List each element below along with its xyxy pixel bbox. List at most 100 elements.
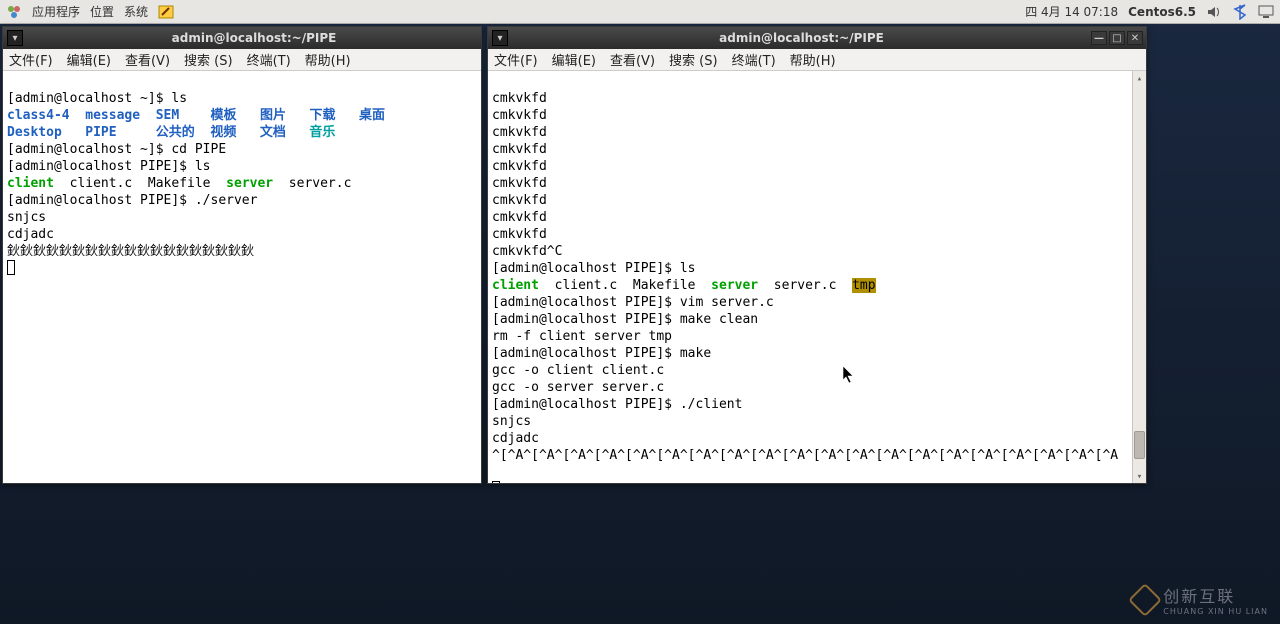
line: cmkvkfd^C — [492, 244, 562, 259]
menu-edit[interactable]: 编辑(E) — [552, 50, 596, 69]
line: [admin@localhost PIPE]$ make clean — [492, 312, 758, 327]
line: cmkvkfd — [492, 108, 547, 123]
watermark-subtext: CHUANG XIN HU LIAN — [1163, 607, 1268, 616]
menubar: 文件(F) 编辑(E) 查看(V) 搜索 (S) 终端(T) 帮助(H) — [488, 49, 1146, 71]
display-icon[interactable] — [1258, 4, 1274, 20]
menu-system[interactable]: 系统 — [124, 3, 148, 20]
volume-icon[interactable] — [1206, 4, 1222, 20]
dir: PIPE — [85, 125, 116, 140]
panel-left: 应用程序 位置 系统 — [6, 3, 174, 20]
menu-search[interactable]: 搜索 (S) — [184, 50, 233, 69]
maximize-button[interactable]: □ — [1109, 31, 1125, 45]
cursor — [7, 260, 15, 275]
line: [admin@localhost PIPE]$ ./client — [492, 397, 742, 412]
terminal-window-server: ▾ admin@localhost:~/PIPE 文件(F) 编辑(E) 查看(… — [2, 26, 482, 484]
watermark: 创新互联 CHUANG XIN HU LIAN — [1133, 583, 1268, 616]
line: gcc -o server server.c — [492, 380, 664, 395]
bluetooth-icon[interactable] — [1232, 4, 1248, 20]
line: ^[^A^[^A^[^A^[^A^[^A^[^A^[^A^[^A^[^A^[^A… — [492, 448, 1118, 463]
window-menu-icon[interactable]: ▾ — [7, 30, 23, 46]
line: rm -f client server tmp — [492, 329, 672, 344]
dir: 桌面 — [359, 108, 385, 123]
dir: class4-4 — [7, 108, 70, 123]
hostname-label: Centos6.5 — [1128, 5, 1196, 19]
cursor — [492, 481, 500, 483]
line: [admin@localhost PIPE]$ ls — [492, 261, 696, 276]
titlebar[interactable]: ▾ admin@localhost:~/PIPE — □ ✕ — [488, 27, 1146, 49]
top-panel: 应用程序 位置 系统 四 4月 14 07:18 Centos6.5 — [0, 0, 1280, 24]
line: [admin@localhost PIPE]$ ls — [7, 159, 211, 174]
exec: server — [226, 176, 273, 191]
line: [admin@localhost ~]$ cd PIPE — [7, 142, 226, 157]
scroll-up-icon[interactable]: ▴ — [1133, 71, 1146, 85]
menu-view[interactable]: 查看(V) — [610, 50, 655, 69]
dir: 图片 — [260, 108, 286, 123]
exec: client — [492, 278, 539, 293]
dir: 音乐 — [309, 125, 335, 140]
menu-file[interactable]: 文件(F) — [9, 50, 53, 69]
terminal-content[interactable]: cmkvkfd cmkvkfd cmkvkfd cmkvkfd cmkvkfd … — [488, 71, 1146, 483]
menu-view[interactable]: 查看(V) — [125, 50, 170, 69]
exec: client — [7, 176, 54, 191]
line: gcc -o client client.c — [492, 363, 664, 378]
line: snjcs — [492, 414, 531, 429]
menu-search[interactable]: 搜索 (S) — [669, 50, 718, 69]
dir: message — [85, 108, 140, 123]
terminal-window-client: ▾ admin@localhost:~/PIPE — □ ✕ 文件(F) 编辑(… — [487, 26, 1147, 484]
titlebar[interactable]: ▾ admin@localhost:~/PIPE — [3, 27, 481, 49]
menu-places[interactable]: 位置 — [90, 3, 114, 20]
clock[interactable]: 四 4月 14 07:18 — [1025, 3, 1118, 20]
line: [admin@localhost PIPE]$ vim server.c — [492, 295, 774, 310]
menubar: 文件(F) 编辑(E) 查看(V) 搜索 (S) 终端(T) 帮助(H) — [3, 49, 481, 71]
file: server.c — [774, 278, 837, 293]
file: server.c — [289, 176, 352, 191]
file-highlight: tmp — [852, 278, 875, 293]
dir: 下载 — [310, 108, 336, 123]
line: cmkvkfd — [492, 91, 547, 106]
menu-file[interactable]: 文件(F) — [494, 50, 538, 69]
dir: Desktop — [7, 125, 62, 140]
scrollbar-thumb[interactable] — [1134, 431, 1145, 459]
distro-icon — [6, 4, 22, 20]
scroll-down-icon[interactable]: ▾ — [1133, 469, 1146, 483]
line: cdjadc — [7, 227, 54, 242]
window-title: admin@localhost:~/PIPE — [512, 31, 1091, 45]
terminal-content[interactable]: [admin@localhost ~]$ ls class4-4 message… — [3, 71, 481, 483]
close-button[interactable]: ✕ — [1127, 31, 1143, 45]
panel-right: 四 4月 14 07:18 Centos6.5 — [1025, 3, 1274, 20]
cmd: ls — [171, 91, 187, 106]
line: cmkvkfd — [492, 227, 547, 242]
window-menu-icon[interactable]: ▾ — [492, 30, 508, 46]
minimize-button[interactable]: — — [1091, 31, 1107, 45]
watermark-text: 创新互联 — [1163, 583, 1268, 607]
line: 鈥鈥鈥鈥鈥鈥鈥鈥鈥鈥鈥鈥鈥鈥鈥鈥鈥鈥鈥 — [7, 244, 254, 259]
scrollbar[interactable]: ▴ ▾ — [1132, 71, 1146, 483]
editor-launcher-icon[interactable] — [158, 4, 174, 20]
dir: 公共的 — [156, 125, 195, 140]
line: cmkvkfd — [492, 193, 547, 208]
menu-applications[interactable]: 应用程序 — [32, 3, 80, 20]
window-controls: — □ ✕ — [1091, 31, 1146, 45]
prompt: [admin@localhost ~]$ — [7, 91, 171, 106]
line: cmkvkfd — [492, 159, 547, 174]
dir: 文档 — [260, 125, 286, 140]
line: cmkvkfd — [492, 210, 547, 225]
menu-terminal[interactable]: 终端(T) — [247, 50, 291, 69]
line: [admin@localhost PIPE]$ make — [492, 346, 711, 361]
exec: server — [711, 278, 758, 293]
line: cmkvkfd — [492, 125, 547, 140]
menu-help[interactable]: 帮助(H) — [790, 50, 836, 69]
dir: 视频 — [210, 125, 236, 140]
menu-terminal[interactable]: 终端(T) — [732, 50, 776, 69]
dir: SEM — [156, 108, 179, 123]
menu-edit[interactable]: 编辑(E) — [67, 50, 111, 69]
line: [admin@localhost PIPE]$ ./server — [7, 193, 257, 208]
line: cmkvkfd — [492, 176, 547, 191]
menu-help[interactable]: 帮助(H) — [305, 50, 351, 69]
window-title: admin@localhost:~/PIPE — [27, 31, 481, 45]
line: cdjadc — [492, 431, 539, 446]
file: client.c Makefile — [70, 176, 211, 191]
dir: 模板 — [211, 108, 237, 123]
line: snjcs — [7, 210, 46, 225]
line: cmkvkfd — [492, 142, 547, 157]
